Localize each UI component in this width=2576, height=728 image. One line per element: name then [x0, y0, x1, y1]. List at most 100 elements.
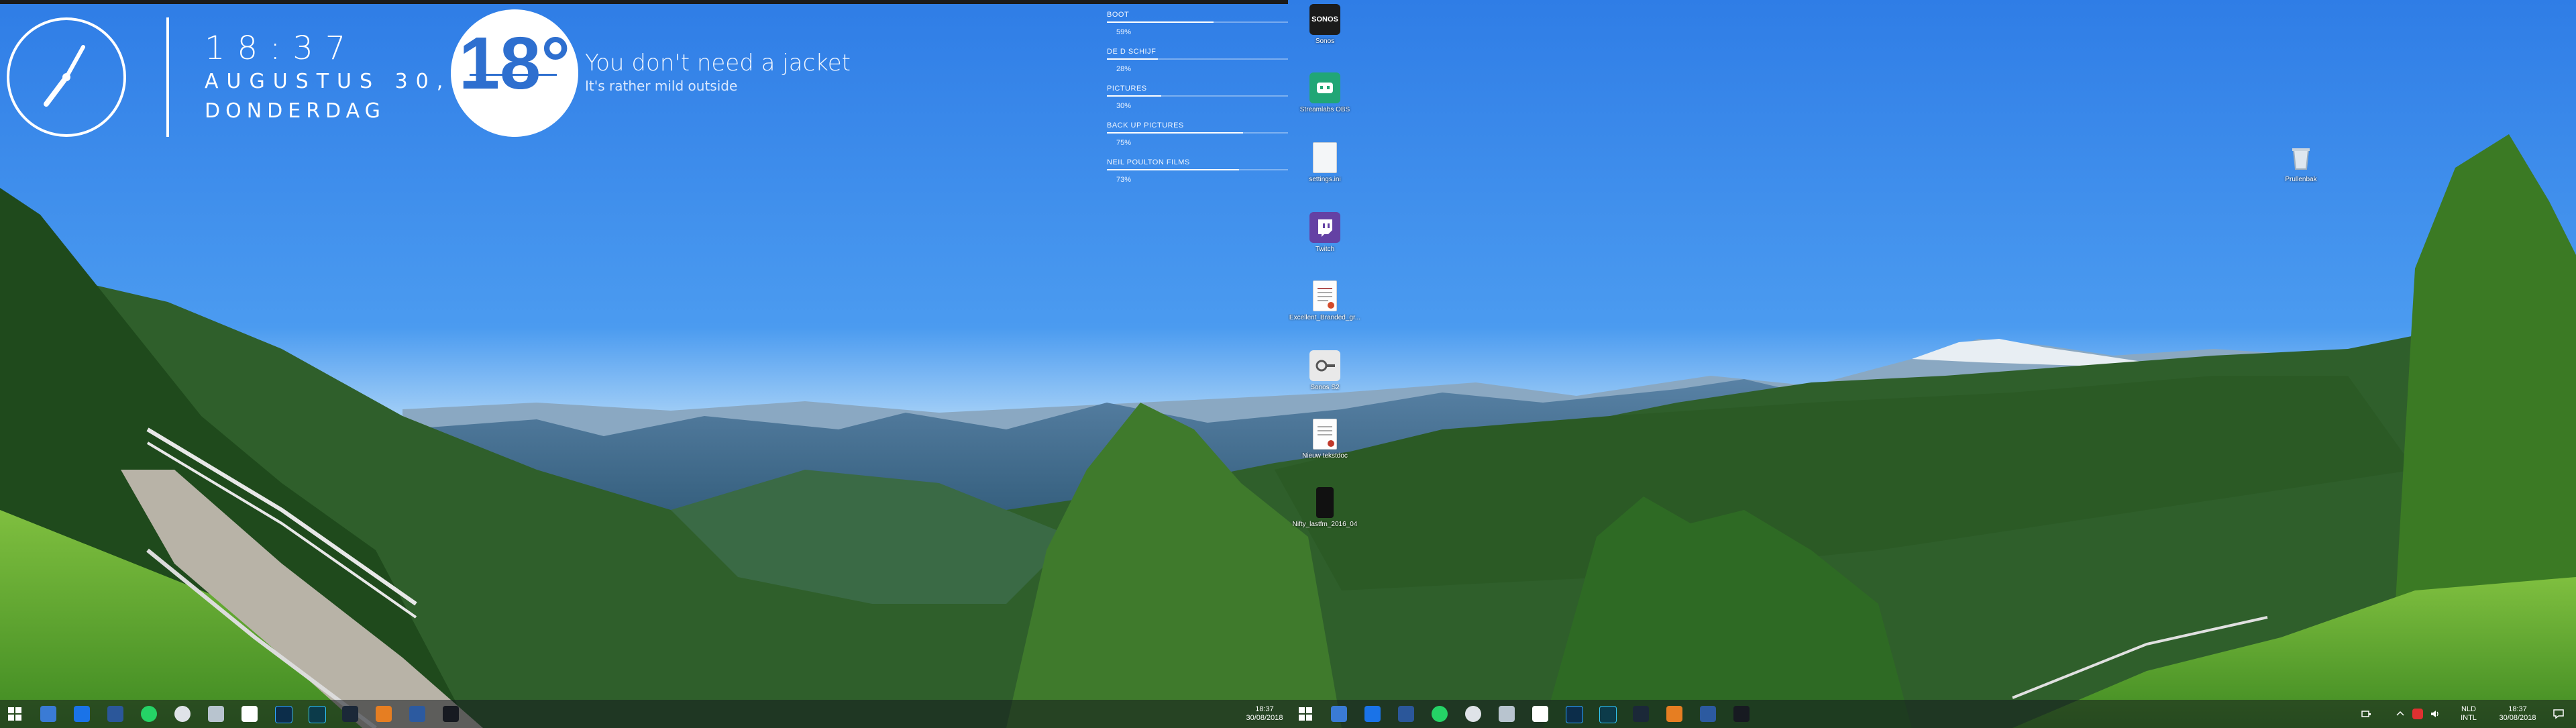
drive-usage-pictures: PICTURES 30% — [1107, 85, 1288, 110]
desktop-icon-label: Nieuw tekstdoc — [1302, 452, 1348, 460]
twitch-icon — [1309, 212, 1340, 243]
lightroom-taskbar-icon[interactable] — [1599, 706, 1617, 723]
photoshop-taskbar-icon[interactable] — [1566, 706, 1583, 723]
drive-track — [1107, 21, 1288, 23]
drive-fill — [1107, 132, 1243, 134]
desktop-icon-text[interactable]: Nieuw tekstdoc — [1288, 419, 1362, 460]
desktop-icon-label: Streamlabs OBS — [1299, 106, 1350, 113]
clock-day: DONDERDAG — [205, 99, 386, 123]
start-button-secondary[interactable] — [1297, 706, 1313, 722]
whatsapp-taskbar-icon[interactable] — [141, 706, 157, 722]
drive-usage-backup: BACK UP PICTURES 75% — [1107, 121, 1288, 147]
drive-percent: 30% — [1116, 102, 1132, 110]
weather-subline: It's rather mild outside — [585, 78, 738, 94]
whatsapp-taskbar-icon[interactable] — [1432, 706, 1448, 722]
chevron-up-icon[interactable] — [2395, 709, 2406, 719]
drive-percent: 75% — [1116, 139, 1132, 147]
notification-center-icon[interactable] — [2553, 708, 2565, 720]
drive-track — [1107, 58, 1288, 60]
word-taskbar-icon[interactable] — [1398, 706, 1414, 722]
document-icon — [1313, 280, 1337, 311]
desktop-icon-key[interactable]: Sonos S2 — [1288, 350, 1362, 391]
vlc-taskbar-icon[interactable] — [1666, 706, 1682, 722]
desktop-icon-label: Excellent_Branded_gr... — [1289, 314, 1361, 321]
speaker-icon[interactable] — [2430, 709, 2440, 719]
start-button[interactable] — [7, 706, 23, 722]
app-taskbar-icon[interactable] — [409, 706, 425, 722]
desktop-icon-label: Prullenbak — [2285, 176, 2317, 183]
clock-separator — [166, 17, 169, 137]
taskbar-clock-left[interactable]: 18:37 30/08/2018 — [1244, 705, 1285, 723]
language-indicator[interactable]: NLD INTL — [2455, 705, 2482, 723]
mail-taskbar-icon[interactable] — [241, 706, 258, 722]
desktop-icon-label: Twitch — [1315, 246, 1335, 253]
firefox-taskbar-icon[interactable] — [208, 706, 224, 722]
drive-label: BACK UP PICTURES — [1107, 121, 1184, 129]
desktop-icon-document[interactable]: Excellent_Branded_gr... — [1288, 280, 1362, 321]
drive-percent: 28% — [1116, 65, 1132, 73]
streamlabs-icon — [1309, 72, 1340, 103]
desktop-icon-label: Nifty_lastfm_2016_04 — [1292, 521, 1358, 528]
drive-label: PICTURES — [1107, 85, 1147, 93]
drive-percent: 59% — [1116, 28, 1132, 36]
windows-logo-icon — [1299, 707, 1312, 721]
word-taskbar-icon[interactable] — [107, 706, 123, 722]
clock-date: AUGUSTUS 30,20 — [205, 70, 493, 93]
steam-taskbar-icon[interactable] — [342, 706, 358, 722]
drive-usage-boot: BOOT 59% — [1107, 11, 1288, 36]
drive-fill — [1107, 169, 1240, 170]
drive-track — [1107, 95, 1288, 97]
desktop-icon-twitch[interactable]: Twitch — [1288, 212, 1362, 253]
app-taskbar-icon[interactable] — [1700, 706, 1716, 722]
clock-hands-icon — [44, 45, 85, 107]
desktop-icon-sonos[interactable]: SONOS Sonos — [1288, 4, 1362, 45]
drive-fill — [1107, 58, 1158, 60]
drive-label: BOOT — [1107, 11, 1130, 19]
taskbar-date: 30/08/2018 — [2499, 714, 2536, 722]
sonos-icon: SONOS — [1309, 4, 1340, 35]
steam-taskbar-icon[interactable] — [1633, 706, 1649, 722]
vlc-taskbar-icon[interactable] — [376, 706, 392, 722]
explorer-taskbar-icon[interactable] — [40, 706, 56, 722]
key-icon — [1309, 350, 1340, 381]
weather-divider — [470, 74, 557, 76]
taskbar-time: 18:37 — [1255, 705, 1274, 713]
taskbar-time: 18:37 — [2508, 705, 2527, 713]
file-icon — [1313, 142, 1337, 173]
desktop-icon-recycle-bin[interactable]: Prullenbak — [2264, 142, 2338, 183]
steam-client-taskbar-icon[interactable] — [1733, 706, 1750, 722]
drive-fill — [1107, 21, 1214, 23]
taskbar-secondary: NLD INTL 18:37 30/08/2018 — [1288, 700, 2576, 728]
chrome-taskbar-icon[interactable] — [174, 706, 191, 722]
taskbar-primary: 18:37 30/08/2018 — [0, 700, 1288, 728]
network-icon[interactable] — [2361, 709, 2372, 719]
clock-time: 18:37 — [205, 30, 358, 67]
explorer-taskbar-icon[interactable] — [1331, 706, 1347, 722]
taskbar-clock-right[interactable]: 18:37 30/08/2018 — [2496, 705, 2540, 723]
drive-usage-films: NEIL POULTON FILMS 73% — [1107, 158, 1288, 184]
desktop-icon-label: Sonos — [1315, 38, 1335, 45]
desktop-icon-jar[interactable]: Nifty_lastfm_2016_04 — [1288, 487, 1362, 528]
weather-temperature: 18° — [458, 22, 571, 105]
firefox-taskbar-icon[interactable] — [1499, 706, 1515, 722]
desktop-icon-label: Sonos S2 — [1310, 384, 1340, 391]
antivirus-icon[interactable] — [2412, 709, 2423, 719]
weather-headline: You don't need a jacket — [585, 50, 851, 76]
desktop-icon-file[interactable]: settings.ini — [1288, 142, 1362, 183]
desktop-icon-label: settings.ini — [1309, 176, 1341, 183]
drive-label: DE D SCHIJF — [1107, 48, 1157, 56]
chrome-taskbar-icon[interactable] — [1465, 706, 1481, 722]
mail-taskbar-icon[interactable] — [1532, 706, 1548, 722]
steam-client-taskbar-icon[interactable] — [443, 706, 459, 722]
language-layout: INTL — [2461, 714, 2477, 722]
lightroom-taskbar-icon[interactable] — [309, 706, 326, 723]
outlook-taskbar-icon[interactable] — [74, 706, 90, 722]
windows-logo-icon — [8, 707, 21, 721]
drive-label: NEIL POULTON FILMS — [1107, 158, 1190, 166]
desktop-icon-streamlabs[interactable]: Streamlabs OBS — [1288, 72, 1362, 113]
drive-track — [1107, 132, 1288, 134]
outlook-taskbar-icon[interactable] — [1364, 706, 1381, 722]
jar-icon — [1316, 487, 1334, 518]
photoshop-taskbar-icon[interactable] — [275, 706, 292, 723]
language-code: NLD — [2461, 705, 2476, 713]
